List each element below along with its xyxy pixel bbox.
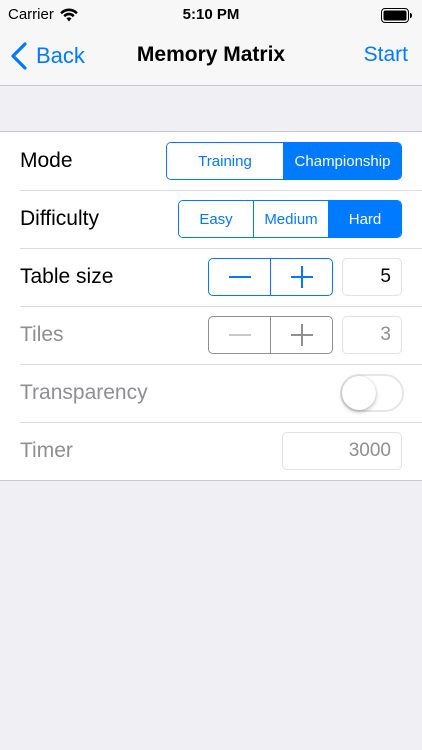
minus-icon	[228, 276, 251, 278]
difficulty-segment-hard[interactable]: Hard	[328, 201, 401, 237]
table-size-decrement-button[interactable]	[209, 259, 270, 295]
table-size-row: Table size 5	[0, 248, 422, 306]
status-bar: Carrier 5:10 PM	[0, 0, 422, 30]
table-size-label: Table size	[20, 265, 114, 288]
difficulty-row: Difficulty Easy Medium Hard	[0, 190, 422, 248]
mode-label: Mode	[20, 149, 73, 172]
tiles-increment-button[interactable]	[270, 317, 332, 353]
mode-segment-training[interactable]: Training	[167, 143, 283, 179]
table-size-increment-button[interactable]	[270, 259, 332, 295]
transparency-toggle[interactable]	[340, 374, 404, 412]
table-size-stepper	[208, 258, 333, 296]
tiles-label: Tiles	[20, 323, 64, 346]
status-time: 5:10 PM	[182, 6, 240, 23]
mode-row: Mode Training Championship	[0, 132, 422, 190]
tiles-stepper	[208, 316, 333, 354]
timer-label: Timer	[20, 439, 73, 462]
tiles-decrement-button[interactable]	[209, 317, 270, 353]
timer-row: Timer 3000	[0, 422, 422, 480]
table-size-value-field[interactable]: 5	[342, 258, 402, 296]
back-button[interactable]: Back	[10, 40, 85, 72]
minus-icon	[228, 334, 251, 336]
navigation-bar: Back Memory Matrix Start	[0, 30, 422, 86]
start-button[interactable]: Start	[364, 43, 408, 67]
difficulty-segment-easy[interactable]: Easy	[179, 201, 253, 237]
settings-table: Mode Training Championship Difficulty Ea…	[0, 131, 422, 481]
toggle-knob	[342, 376, 376, 410]
chevron-left-icon	[11, 42, 27, 70]
mode-segmented-control: Training Championship	[166, 142, 402, 180]
tiles-row: Tiles 3	[0, 306, 422, 364]
transparency-label: Transparency	[20, 381, 148, 404]
plus-icon	[290, 324, 313, 346]
difficulty-segment-medium[interactable]: Medium	[253, 201, 328, 237]
difficulty-label: Difficulty	[20, 207, 99, 230]
difficulty-segmented-control: Easy Medium Hard	[178, 200, 402, 238]
transparency-row: Transparency	[0, 364, 422, 422]
back-button-label: Back	[36, 43, 85, 68]
tiles-value-field[interactable]: 3	[342, 316, 402, 354]
mode-segment-championship[interactable]: Championship	[283, 143, 401, 179]
timer-value-field[interactable]: 3000	[282, 432, 402, 470]
plus-icon	[290, 266, 313, 288]
battery-full-icon	[381, 8, 412, 23]
